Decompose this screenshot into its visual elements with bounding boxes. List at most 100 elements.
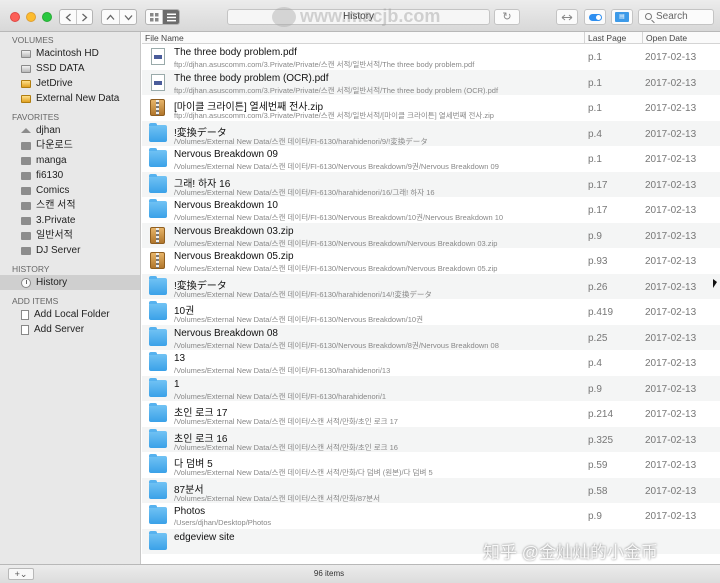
grid-view-button[interactable] (146, 10, 162, 24)
table-row[interactable]: The three body problem (OCR).pdf ftp://dj… (142, 69, 720, 95)
sidebar: VOLUMES Macintosh HD SSD DATA JetDrive E… (0, 32, 141, 564)
folder-icon (149, 173, 167, 193)
file-path: /Volumes/External New Data/스캔 데이터/스캔 서적/… (174, 468, 433, 477)
zoom-window-button[interactable] (42, 12, 52, 22)
external-drive-icon (21, 79, 31, 88)
file-path: ftp://djhan.asuscomm.com/3.Private/Priva… (174, 85, 499, 95)
open-date: 2017-02-13 (645, 434, 697, 446)
sidebar-item-djhan[interactable]: djhan (0, 123, 140, 138)
up-button[interactable] (102, 10, 119, 24)
clock-icon (21, 277, 31, 288)
close-window-button[interactable] (10, 12, 20, 22)
file-path: /Volumes/External New Data/스캔 데이터/FI-613… (174, 366, 391, 375)
table-row[interactable]: 10권/Volumes/External New Data/스캔 데이터/FI-… (142, 299, 720, 325)
file-path: /Volumes/External New Data/스캔 데이터/FI-613… (174, 340, 499, 350)
file-name: Nervous Breakdown 03.zip (174, 225, 294, 237)
home-icon (21, 128, 31, 133)
table-row[interactable]: 87분서/Volumes/External New Data/스캔 데이터/스캔… (142, 477, 720, 503)
column-header-file-name[interactable]: File Name (142, 32, 184, 44)
sidebar-item-label: History (36, 277, 68, 288)
sidebar-item-label: 다운로드 (36, 140, 73, 151)
table-row[interactable]: 그래! 하자 16/Volumes/External New Data/스캔 데… (142, 171, 720, 197)
add-items-header: ADD ITEMS (12, 296, 59, 306)
table-row[interactable]: Nervous Breakdown 10/Volumes/External Ne… (142, 197, 720, 223)
sidebar-item-ssd-data[interactable]: SSD DATA (0, 61, 140, 76)
chevron-left-icon (65, 13, 71, 21)
folder-icon (149, 377, 167, 397)
external-drive-icon (21, 94, 31, 103)
table-row[interactable]: 초인 로크 16/Volumes/External New Data/스캔 데이… (142, 426, 720, 452)
back-button[interactable] (60, 10, 76, 24)
link-button[interactable] (556, 9, 578, 25)
table-row[interactable]: Nervous Breakdown 05.zip/Volumes/Externa… (142, 248, 720, 274)
toggle-icon (588, 13, 602, 21)
folder-icon (21, 186, 31, 195)
sidebar-item-history[interactable]: History (0, 275, 140, 290)
add-menu-button[interactable]: +⌄ (8, 568, 34, 580)
sidebar-item-add-server[interactable]: Add Server (0, 322, 140, 337)
sidebar-item-3-private[interactable]: 3.Private (0, 213, 140, 228)
table-row[interactable]: Photos/Users/djhan/Desktop/Photos p.9 2017… (142, 503, 720, 529)
document-icon (21, 309, 29, 320)
sidebar-item-general-books[interactable]: 일반서적 (0, 228, 140, 243)
column-header-open-date[interactable]: Open Date (642, 32, 720, 44)
table-row[interactable]: !変換データ/Volumes/External New Data/스캔 데이터/… (142, 120, 720, 146)
table-row[interactable]: Nervous Breakdown 08/Volumes/External Ne… (142, 324, 720, 350)
sidebar-item-jetdrive[interactable]: JetDrive (0, 76, 140, 91)
file-name: 13 (174, 353, 186, 364)
last-page: p.93 (588, 256, 608, 267)
search-input[interactable]: Search (638, 9, 714, 25)
favorites-header: FAVORITES (12, 112, 60, 122)
table-row[interactable]: 다 덤벼 5/Volumes/External New Data/스캔 데이터/… (142, 452, 720, 478)
last-page: p.9 (588, 230, 602, 242)
forward-button[interactable] (76, 10, 92, 24)
file-path: /Volumes/External New Data/스캔 데이터/FI-613… (174, 187, 435, 197)
open-date: 2017-02-13 (645, 383, 697, 395)
back-forward-group (59, 9, 93, 25)
sidebar-item-external-new-data[interactable]: External New Data (0, 91, 140, 106)
open-date: 2017-02-13 (645, 460, 697, 471)
table-row[interactable]: [마이클 크라이튼] 열세번째 전사.zip ftp://djhan.asusco… (142, 95, 720, 121)
file-name: The three body problem.pdf (174, 47, 297, 58)
table-row[interactable]: 1/Volumes/External New Data/스캔 데이터/FI-61… (142, 375, 720, 401)
table-row[interactable]: Nervous Breakdown 09/Volumes/External Ne… (142, 146, 720, 172)
refresh-button[interactable]: ↻ (494, 9, 520, 25)
sidebar-item-dj-server[interactable]: DJ Server (0, 243, 140, 258)
file-name: Photos (174, 506, 206, 517)
last-page: p.9 (588, 383, 602, 395)
table-row[interactable]: Nervous Breakdown 03.zip/Volumes/Externa… (142, 222, 720, 248)
sidebar-item-fi6130[interactable]: fi6130 (0, 168, 140, 183)
file-path: /Volumes/External New Data/스캔 데이터/FI-613… (174, 238, 498, 248)
list-view-button[interactable] (162, 10, 179, 24)
table-row[interactable]: 초인 로크 17/Volumes/External New Data/스캔 데이… (142, 401, 720, 427)
sidebar-item-label: 스캔 서적 (36, 200, 76, 211)
sidebar-item-comics[interactable]: Comics (0, 183, 140, 198)
folder-icon (149, 479, 167, 499)
minimize-window-button[interactable] (26, 12, 36, 22)
table-row[interactable]: The three body problem.pdf ftp://djhan.as… (142, 44, 720, 70)
pdf-file-icon (151, 73, 165, 91)
table-row[interactable]: 13/Volumes/External New Data/스캔 데이터/FI-6… (142, 350, 720, 376)
file-path: /Volumes/External New Data/스캔 데이터/FI-613… (174, 264, 498, 273)
info-button[interactable]: ▤ (611, 9, 633, 25)
down-button[interactable] (119, 10, 136, 24)
sidebar-item-add-local-folder[interactable]: Add Local Folder (0, 307, 140, 322)
sidebar-item-macintosh-hd[interactable]: Macintosh HD (0, 46, 140, 61)
sidebar-item-label: Add Server (34, 324, 85, 335)
open-date: 2017-02-13 (645, 511, 697, 522)
column-header-last-page[interactable]: Last Page (584, 32, 642, 44)
sidebar-item-manga[interactable]: manga (0, 153, 140, 168)
last-page: p.325 (588, 434, 614, 446)
list-icon (166, 13, 176, 21)
table-row[interactable]: !変換データ/Volumes/External New Data/스캔 데이터/… (142, 273, 720, 299)
zip-file-icon (150, 99, 165, 116)
sidebar-item-label: Add Local Folder (34, 309, 110, 320)
document-icon (21, 324, 29, 335)
chevron-up-icon (106, 14, 115, 20)
file-path: /Volumes/External New Data/스캔 데이터/스캔 서적/… (174, 493, 381, 503)
open-date: 2017-02-13 (645, 332, 697, 344)
open-date: 2017-02-13 (645, 281, 697, 293)
toggle-button[interactable] (584, 9, 606, 25)
sidebar-item-downloads[interactable]: 다운로드 (0, 138, 140, 153)
sidebar-item-scan-books[interactable]: 스캔 서적 (0, 198, 140, 213)
